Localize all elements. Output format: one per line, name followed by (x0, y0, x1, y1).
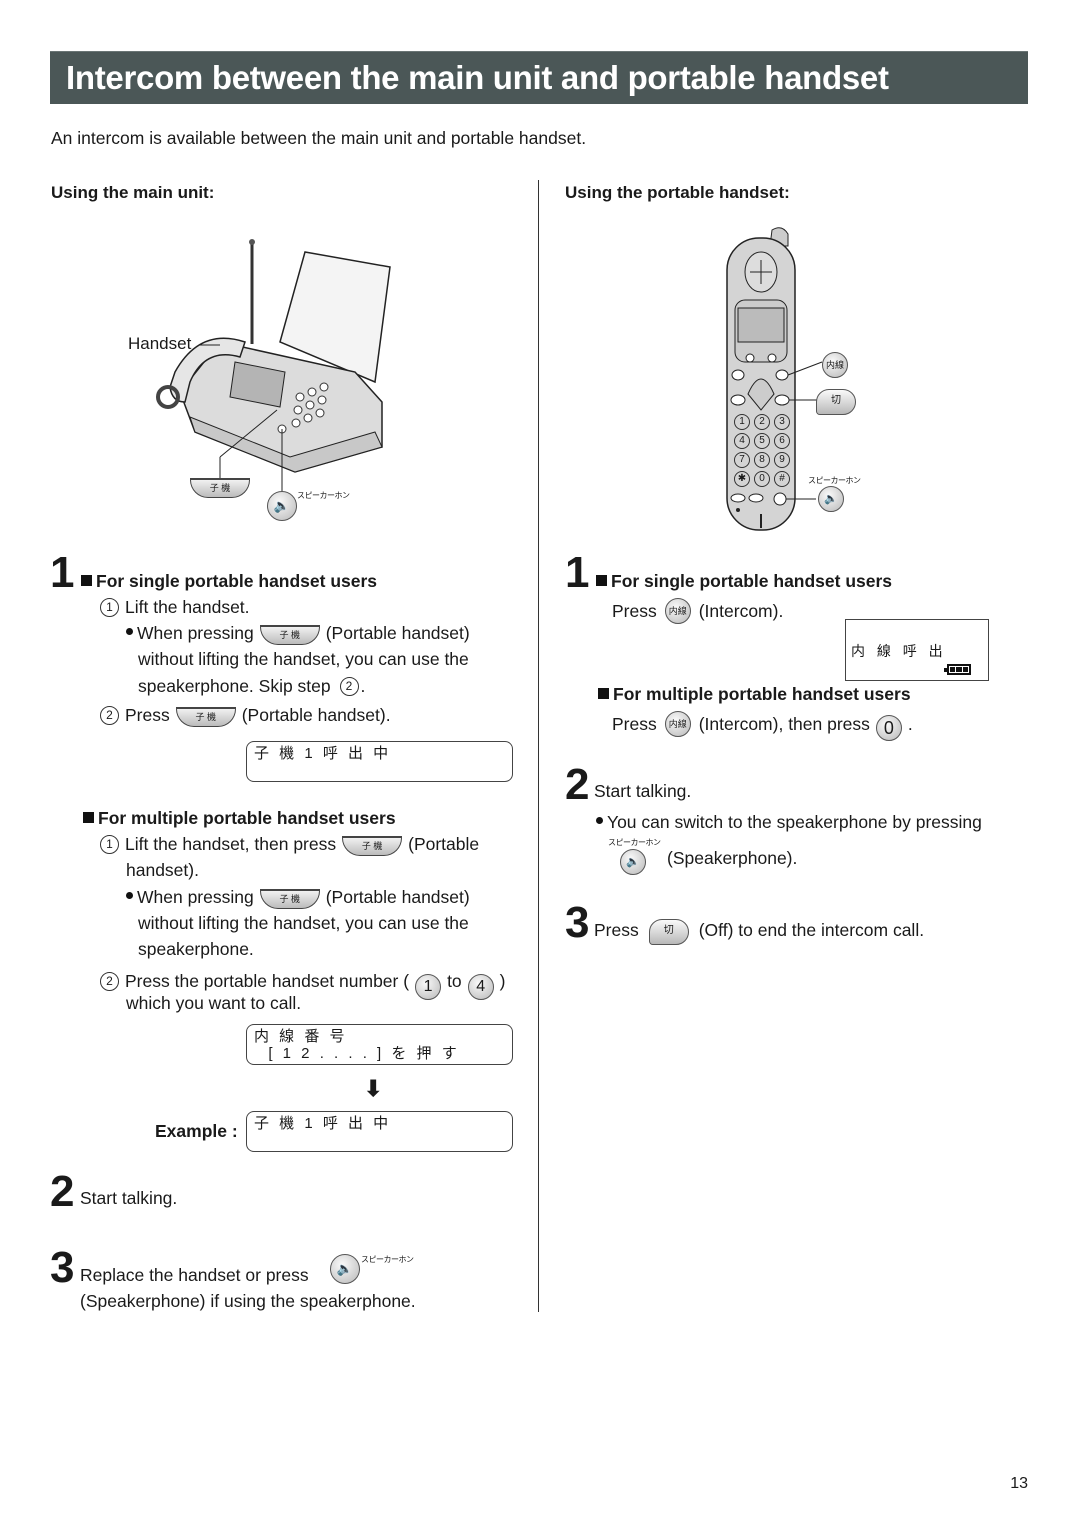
step-text: Start talking. (594, 781, 692, 801)
lcd-display: 子 機 1 呼 出 中 (246, 741, 513, 782)
section-heading-single: For single portable handset users (81, 568, 377, 594)
number-key-0: 0 (875, 715, 902, 741)
bullet-continuation: without lifting the handset, you can use… (138, 649, 469, 669)
intercom-key: 内線 (664, 711, 691, 737)
step-text: Press 切 (Off) to end the intercom call. (594, 917, 924, 945)
substep-continuation: handset). (126, 860, 199, 880)
keypad-key: 8 (754, 452, 770, 468)
step-number: 3 (50, 1243, 75, 1292)
speaker-label: スピーカーホン (608, 838, 661, 847)
square-bullet-icon (81, 575, 92, 586)
intercom-key: 内線 (822, 352, 848, 378)
substep: 1 Lift the handset, then press 子 機 (Portabl… (100, 831, 479, 857)
bullet-line: When pressing 子 機 (Portable handset) (126, 884, 470, 910)
bullet-icon (596, 817, 603, 824)
handset-lcd-display: 内 線 呼 出 (845, 619, 989, 681)
keypad-key: 7 (734, 452, 750, 468)
number-key-4: 4 (467, 974, 494, 1000)
portable-handset-key: 子 機 (175, 707, 236, 727)
right-column-heading: Using the portable handset: (565, 183, 790, 202)
section-heading-multiple: For multiple portable handset users (598, 681, 911, 707)
handset-illustration (726, 227, 824, 531)
step-number: 3 (565, 898, 590, 947)
bullet-line: You can switch to the speakerphone by pr… (596, 809, 982, 835)
bullet-icon (126, 628, 133, 635)
speaker-label: スピーカーホン (297, 491, 350, 500)
portable-handset-key: 子 機 (259, 889, 320, 909)
keypad-key: 0 (754, 471, 770, 487)
section-heading-single: For single portable handset users (596, 568, 892, 594)
step-number: 2 (565, 760, 590, 809)
speaker-icon: 🔈 (267, 491, 297, 521)
keypad: 1 2 3 4 5 6 7 8 9 ✱ 0 # (734, 414, 794, 487)
keypad-key: ✱ (734, 471, 750, 487)
portable-handset-key: 子 機 (190, 478, 250, 498)
left-column-heading: Using the main unit: (51, 183, 215, 202)
substep: 1 Lift the handset. (100, 594, 250, 620)
down-arrow-icon: ⬇ (364, 1076, 383, 1101)
column-divider (538, 180, 539, 1312)
speaker-icon: 🔈 (330, 1254, 360, 1284)
keypad-key: 1 (734, 414, 750, 430)
lcd-display: 内 線 番 号 [ 1 2 . . . . ] を 押 す (246, 1024, 513, 1065)
portable-handset-key: 子 機 (342, 836, 403, 856)
fax-machine-illustration (156, 239, 391, 494)
lcd-text: 内 線 呼 出 (851, 643, 947, 659)
page-title-bar: Intercom between the main unit and porta… (50, 51, 1028, 104)
speaker-label: スピーカーホン (808, 476, 861, 485)
step-text: Replace the handset or press (80, 1265, 309, 1285)
step-text: Start talking. (80, 1188, 178, 1208)
example-label: Example : (155, 1121, 238, 1141)
off-key: 切 (816, 389, 856, 415)
step-number: 2 (50, 1167, 75, 1216)
speaker-icon: 🔈 (620, 849, 646, 875)
keypad-key: 5 (754, 433, 770, 449)
main-unit-figure: Handset 子 機 🔈 スピーカーホン (120, 232, 400, 527)
bullet-icon (126, 892, 133, 899)
portable-handset-figure: 1 2 3 4 5 6 7 8 9 ✱ 0 # 内線 切 スピーカーホン 🔈 (710, 224, 880, 534)
step-text: (Speakerphone) if using the speakerphone… (80, 1291, 416, 1311)
square-bullet-icon (596, 575, 607, 586)
keypad-key: 9 (774, 452, 790, 468)
intercom-key: 内線 (664, 598, 691, 624)
number-key-1: 1 (415, 974, 442, 1000)
page-number: 13 (1010, 1475, 1028, 1492)
instruction: Press 内線 (Intercom), then press 0. (612, 711, 913, 741)
square-bullet-icon (83, 812, 94, 823)
speaker-icon: 🔈 (818, 486, 844, 512)
keypad-key: 2 (754, 414, 770, 430)
substep: 2 Press 子 機 (Portable handset). (100, 702, 391, 728)
off-key: 切 (648, 919, 689, 945)
handset-label: Handset (128, 334, 192, 353)
bullet-line: When pressing 子 機 (Portable handset) (126, 620, 470, 646)
step-text: (Speakerphone). (667, 848, 798, 868)
bullet-continuation: speakerphone. (138, 939, 254, 959)
square-bullet-icon (598, 688, 609, 699)
bullet-continuation: speakerphone. Skip step 2. (138, 676, 366, 696)
keypad-key: 6 (774, 433, 790, 449)
bullet-continuation: without lifting the handset, you can use… (138, 913, 469, 933)
page-title: Intercom between the main unit and porta… (66, 59, 889, 96)
step-number: 1 (565, 548, 590, 597)
keypad-key: 3 (774, 414, 790, 430)
battery-icon (944, 664, 971, 675)
keypad-key: 4 (734, 433, 750, 449)
intro-text: An intercom is available between the mai… (51, 128, 587, 148)
portable-handset-key: 子 機 (259, 625, 320, 645)
keypad-key: # (774, 471, 790, 487)
section-heading-multiple: For multiple portable handset users (83, 805, 396, 831)
instruction: Press 内線 (Intercom). (612, 598, 783, 624)
lcd-display: 子 機 1 呼 出 中 (246, 1111, 513, 1152)
substep-continuation: which you want to call. (126, 993, 302, 1013)
step-number: 1 (50, 548, 75, 597)
speaker-label: スピーカーホン (361, 1255, 414, 1264)
